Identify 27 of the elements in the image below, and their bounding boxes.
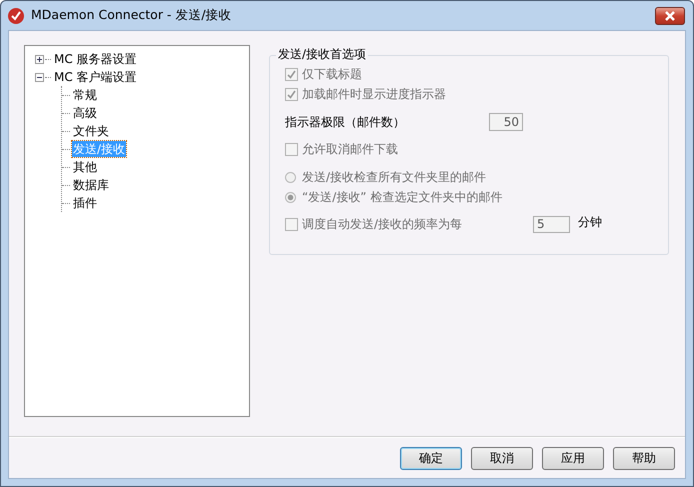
dialog-button[interactable]: 取消: [471, 447, 533, 470]
close-button[interactable]: [655, 6, 685, 24]
tree-item[interactable]: 数据库: [72, 177, 110, 193]
tree-item[interactable]: 插件: [72, 195, 98, 211]
radio-label: 发送/接收检查所有文件夹里的邮件: [302, 168, 486, 186]
app-logo-icon: [7, 6, 25, 24]
expander-icon[interactable]: [35, 54, 44, 64]
tree-item[interactable]: MC 客户端设置: [53, 69, 138, 85]
tree-item[interactable]: 其他: [72, 159, 98, 175]
checkbox-label: 加载邮件时显示进度指示器: [302, 86, 446, 102]
tree-item[interactable]: 高级: [72, 105, 98, 121]
dialog-button[interactable]: 帮助: [613, 447, 675, 470]
expander-icon[interactable]: [35, 72, 44, 82]
window-title: MDaemon Connector - 发送/接收: [31, 7, 233, 24]
dialog-button[interactable]: 确定: [400, 447, 462, 470]
tree-item[interactable]: 文件夹: [72, 123, 110, 139]
tree-item[interactable]: MC 服务器设置: [53, 51, 138, 67]
field-label: 指示器极限（邮件数）: [285, 114, 406, 130]
dialog-button[interactable]: 应用: [542, 447, 604, 470]
checkbox-label: 调度自动发送/接收的频率为每: [302, 216, 464, 232]
checkbox-label: 仅下载标题: [302, 66, 362, 82]
radio-label: “发送/接收” 检查选定文件夹中的邮件: [302, 188, 502, 206]
close-icon: [663, 10, 677, 20]
tree-item[interactable]: 常规: [72, 87, 98, 103]
checkbox-label: 允许取消邮件下载: [302, 140, 398, 158]
unit-label: 分钟: [578, 214, 602, 230]
group-title: 发送/接收首选项: [276, 46, 368, 63]
